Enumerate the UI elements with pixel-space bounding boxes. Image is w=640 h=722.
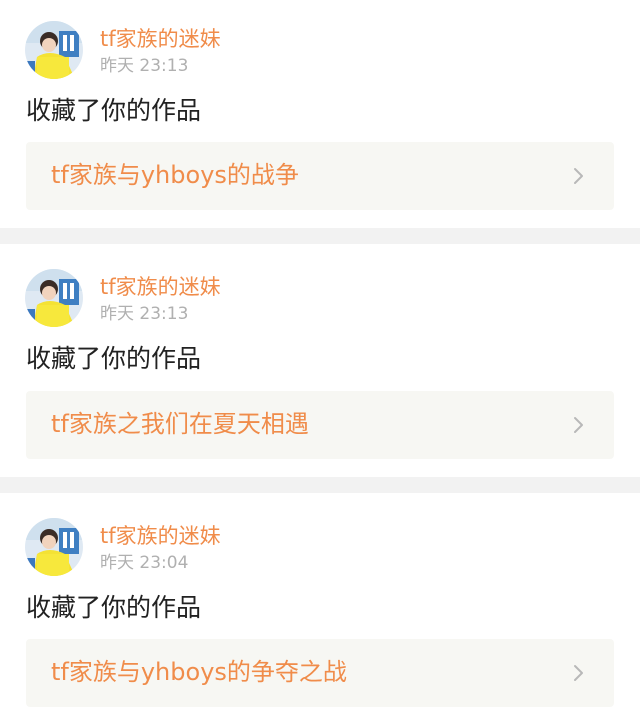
timestamp: 昨天 23:13 — [100, 304, 189, 324]
timestamp: 昨天 23:04 — [100, 553, 189, 573]
work-link[interactable]: tf家族与yhboys的争夺之战 — [26, 639, 614, 707]
work-title: tf家族之我们在夏天相遇 — [51, 410, 309, 438]
chevron-right-icon — [574, 417, 583, 433]
action-text: 收藏了你的作品 — [26, 344, 202, 373]
user-avatar[interactable] — [25, 518, 83, 576]
chevron-right-icon — [574, 665, 583, 681]
user-avatar[interactable] — [25, 269, 83, 327]
work-link[interactable]: tf家族之我们在夏天相遇 — [26, 391, 614, 459]
avatar-image — [25, 518, 83, 576]
work-title: tf家族与yhboys的争夺之战 — [51, 658, 347, 686]
action-text: 收藏了你的作品 — [26, 593, 202, 622]
chevron-right-icon — [574, 168, 583, 184]
username[interactable]: tf家族的迷妹 — [100, 26, 221, 52]
user-avatar[interactable] — [25, 21, 83, 79]
avatar-image — [25, 269, 83, 327]
action-text: 收藏了你的作品 — [26, 96, 202, 125]
notification-card: tf家族的迷妹 昨天 23:13 收藏了你的作品 tf家族之我们在夏天相遇 — [0, 244, 640, 477]
notification-card: tf家族的迷妹 昨天 23:04 收藏了你的作品 tf家族与yhboys的争夺之… — [0, 493, 640, 722]
avatar-image — [25, 21, 83, 79]
timestamp: 昨天 23:13 — [100, 56, 189, 76]
work-link[interactable]: tf家族与yhboys的战争 — [26, 142, 614, 210]
username[interactable]: tf家族的迷妹 — [100, 274, 221, 300]
username[interactable]: tf家族的迷妹 — [100, 523, 221, 549]
notification-card: tf家族的迷妹 昨天 23:13 收藏了你的作品 tf家族与yhboys的战争 — [0, 0, 640, 228]
work-title: tf家族与yhboys的战争 — [51, 161, 299, 189]
notification-feed: tf家族的迷妹 昨天 23:13 收藏了你的作品 tf家族与yhboys的战争 — [0, 0, 640, 722]
